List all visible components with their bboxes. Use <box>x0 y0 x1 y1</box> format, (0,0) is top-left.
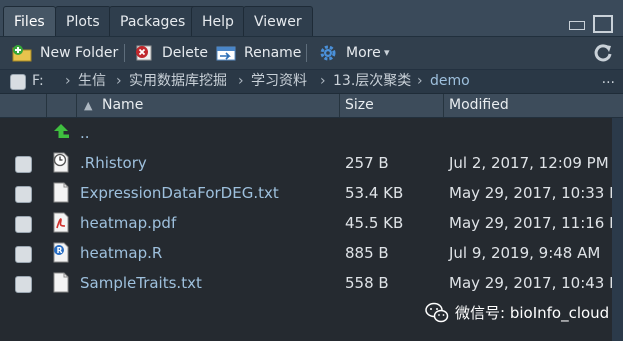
file-size: 53.4 KB <box>345 184 404 202</box>
more-label: More <box>346 45 381 61</box>
file-select-checkbox[interactable] <box>15 276 32 293</box>
file-modified: May 29, 2017, 11:16 PM <box>449 214 612 232</box>
text-file-icon <box>53 272 69 293</box>
column-divider <box>443 94 444 117</box>
file-select-checkbox[interactable] <box>15 246 32 263</box>
delete-label: Delete <box>162 45 208 61</box>
breadcrumb-current[interactable]: demo <box>430 72 470 91</box>
file-modified: Jul 9, 2019, 9:48 AM <box>449 244 601 262</box>
parent-directory-link[interactable]: .. <box>80 118 90 148</box>
file-row[interactable]: R heatmap.R 885 B Jul 9, 2019, 9:48 AM <box>0 238 612 268</box>
file-select-checkbox[interactable] <box>15 216 32 233</box>
parent-directory-row[interactable]: .. <box>0 118 612 148</box>
tab-packages[interactable]: Packages <box>109 6 197 36</box>
svg-text:R: R <box>57 246 63 255</box>
sort-ascending-icon[interactable]: ▲ <box>84 94 92 117</box>
breadcrumb-folder[interactable]: 学习资料 <box>251 72 307 91</box>
column-header-modified[interactable]: Modified <box>449 94 509 117</box>
file-name-link[interactable]: ExpressionDataForDEG.txt <box>80 178 279 208</box>
file-name-link[interactable]: heatmap.pdf <box>80 208 176 238</box>
new-folder-label: New Folder <box>40 45 119 61</box>
vertical-scrollbar[interactable] <box>612 118 623 341</box>
chevron-right-icon: › <box>417 73 423 89</box>
file-name-link[interactable]: .Rhistory <box>80 148 147 178</box>
watermark-text: 微信号: bioInfo_cloud <box>455 304 610 322</box>
rename-icon <box>216 46 236 61</box>
breadcrumb-drive[interactable]: F: <box>32 72 44 91</box>
tab-help[interactable]: Help <box>191 6 245 36</box>
window-controls <box>567 15 613 33</box>
pane-tab-bar: Files Plots Packages Help Viewer <box>0 0 623 37</box>
column-header-name[interactable]: Name <box>102 94 143 117</box>
rhistory-icon <box>53 152 69 173</box>
chevron-right-icon: › <box>116 73 122 89</box>
breadcrumb-folder[interactable]: 生信 <box>78 72 106 91</box>
breadcrumb-folder[interactable]: 13.层次聚类 <box>333 72 411 91</box>
select-all-checkbox[interactable] <box>10 74 26 90</box>
more-menu-button[interactable]: More ▾ <box>318 42 394 64</box>
file-row[interactable]: ExpressionDataForDEG.txt 53.4 KB May 29,… <box>0 178 612 208</box>
wechat-icon <box>425 302 449 323</box>
file-size: 45.5 KB <box>345 214 404 232</box>
column-header-size[interactable]: Size <box>345 94 374 117</box>
path-breadcrumb: F: › 生信 › 实用数据库挖掘 › 学习资料 › 13.层次聚类 › dem… <box>0 70 623 94</box>
file-select-checkbox[interactable] <box>15 156 32 173</box>
chevron-right-icon: › <box>238 73 244 89</box>
file-row[interactable]: SampleTraits.txt 558 B May 29, 2017, 10:… <box>0 268 612 298</box>
pdf-file-icon <box>53 212 69 233</box>
refresh-icon[interactable] <box>593 43 613 63</box>
toolbar-divider <box>124 44 125 62</box>
file-name-link[interactable]: SampleTraits.txt <box>80 268 202 298</box>
file-modified: Jul 2, 2017, 12:09 PM <box>449 154 609 172</box>
minimize-pane-icon[interactable] <box>569 21 585 30</box>
file-size: 558 B <box>345 274 389 292</box>
tab-plots[interactable]: Plots <box>55 6 111 36</box>
rename-label: Rename <box>244 45 302 61</box>
files-toolbar: New Folder Delete Rename More ▾ <box>0 37 623 70</box>
breadcrumb-folder[interactable]: 实用数据库挖掘 <box>129 72 227 91</box>
file-size: 885 B <box>345 244 389 262</box>
chevron-right-icon: › <box>320 73 326 89</box>
delete-button[interactable]: Delete <box>134 42 208 64</box>
text-file-icon <box>53 182 69 203</box>
tab-files[interactable]: Files <box>3 6 56 36</box>
column-divider <box>46 94 47 117</box>
new-folder-icon <box>12 45 32 62</box>
new-folder-button[interactable]: New Folder <box>12 42 118 64</box>
r-script-icon: R <box>53 242 69 263</box>
delete-icon <box>136 45 152 61</box>
file-row[interactable]: heatmap.pdf 45.5 KB May 29, 2017, 11:16 … <box>0 208 612 238</box>
column-divider <box>339 94 340 117</box>
file-modified: May 29, 2017, 10:43 PM <box>449 274 612 292</box>
rename-button[interactable]: Rename <box>216 42 302 64</box>
gear-icon <box>320 45 336 61</box>
column-divider <box>76 94 77 117</box>
file-row[interactable]: .Rhistory 257 B Jul 2, 2017, 12:09 PM <box>0 148 612 178</box>
parent-folder-arrow-icon <box>54 124 69 138</box>
go-to-directory-button[interactable]: ... <box>602 70 615 89</box>
file-name-link[interactable]: heatmap.R <box>80 238 162 268</box>
chevron-down-icon: ▾ <box>384 46 390 59</box>
chevron-right-icon: › <box>65 73 71 89</box>
file-list-header: ▲ Name Size Modified <box>0 94 623 118</box>
file-select-checkbox[interactable] <box>15 186 32 203</box>
toolbar-divider <box>306 44 307 62</box>
tab-viewer[interactable]: Viewer <box>243 6 313 36</box>
file-modified: May 29, 2017, 10:33 PM <box>449 184 612 202</box>
maximize-pane-icon[interactable] <box>593 15 613 33</box>
file-size: 257 B <box>345 154 389 172</box>
